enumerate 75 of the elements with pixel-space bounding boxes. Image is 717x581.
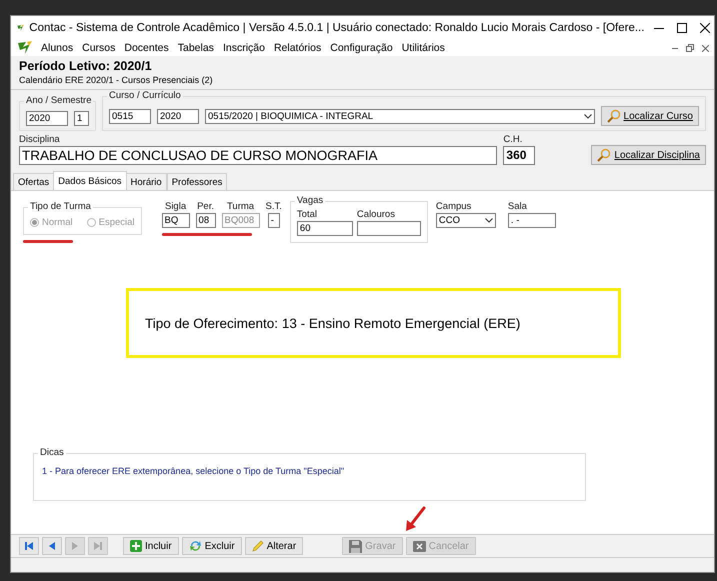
- skip-icon: [24, 541, 34, 551]
- field-label: Per.: [197, 201, 214, 212]
- tab[interactable]: Ofertas: [13, 173, 54, 190]
- semester-field[interactable]: 1: [74, 111, 89, 126]
- field-label: Disciplina: [19, 134, 61, 145]
- period-title: Período Letivo: 2020/1: [19, 59, 153, 73]
- year-field[interactable]: 2020: [26, 111, 68, 126]
- toolbar-button[interactable]: Excluir: [182, 537, 242, 555]
- menu-item[interactable]: Relatórios: [272, 42, 322, 54]
- underline-mark: [23, 240, 73, 243]
- tip-text: 1 - Para oferecer ERE extemporânea, selecione o Tipo de Turma "Especial": [42, 466, 346, 476]
- minimize-icon: [672, 47, 678, 49]
- skip-icon: [93, 541, 103, 551]
- menu-item[interactable]: Docentes: [123, 42, 170, 54]
- window-title: Contac - Sistema de Controle Acadêmico | Versão 4.5.0.1 | Usuário conectado: Ronaldo Lucio Morais Cardoso - [Ofere...: [29, 22, 644, 34]
- calendar-subtitle: Calendário ERE 2020/1 - Cursos Presenciais (2): [19, 75, 214, 85]
- cancel-icon: [412, 540, 426, 552]
- field-label: C.H.: [503, 134, 524, 145]
- freshmen-field[interactable]: [356, 221, 421, 236]
- restore-icon: [686, 44, 694, 52]
- hours-field[interactable]: 360: [503, 146, 536, 165]
- field-label: Calouros: [356, 209, 396, 220]
- plus-icon: [130, 540, 142, 552]
- pencil-icon: [252, 540, 264, 552]
- discipline-field[interactable]: TRABALHO DE CONCLUSAO DE CURSO MONOGRAFIA: [19, 146, 498, 165]
- campus-dropdown[interactable]: CCO: [436, 213, 496, 228]
- toolbar-button[interactable]: Alterar: [244, 537, 304, 555]
- recycle-icon: [188, 540, 202, 552]
- input-field[interactable]: BQ: [162, 213, 190, 228]
- tab[interactable]: Horário: [126, 173, 167, 190]
- menu-item[interactable]: Alunos: [40, 42, 74, 54]
- menu-item[interactable]: Tabelas: [176, 42, 215, 54]
- tab[interactable]: Professores: [166, 173, 228, 190]
- close-icon: [702, 44, 708, 52]
- tab[interactable]: Dados Básicos: [53, 171, 127, 190]
- total-field[interactable]: 60: [296, 221, 353, 236]
- toolbar-button[interactable]: Incluir: [123, 537, 179, 555]
- caret-icon: [484, 218, 493, 223]
- course-code-field[interactable]: 0515: [109, 108, 151, 124]
- caret-icon: [584, 114, 592, 118]
- offering-type-text: Tipo de Oferecimento: 13 - Ensino Remoto Emergencial (ERE): [145, 316, 520, 330]
- floppy-icon: [349, 540, 362, 552]
- triangle-icon: [70, 541, 80, 551]
- menu-item[interactable]: Cursos: [81, 42, 116, 54]
- field-label: Turma: [226, 201, 254, 212]
- curriculum-year-field[interactable]: 2020: [157, 108, 199, 124]
- input-field[interactable]: -: [268, 213, 280, 228]
- arrow-icon: [404, 506, 426, 532]
- group-label: Tipo de Turma: [28, 201, 93, 212]
- nav-button[interactable]: [42, 537, 62, 555]
- field-label: Sala: [508, 201, 528, 212]
- nav-button[interactable]: [19, 537, 39, 555]
- menu-item[interactable]: Utilitários: [400, 42, 446, 54]
- field-label: S.T.: [266, 201, 282, 212]
- find-course-button[interactable]: Localizar Curso: [600, 106, 699, 126]
- triangle-icon: [47, 541, 57, 551]
- field-label: Campus: [436, 201, 472, 212]
- curriculum-dropdown[interactable]: 0515/2020 | BIOQUIMICA - INTEGRAL: [205, 108, 595, 124]
- menu-item[interactable]: Inscrição: [222, 42, 266, 54]
- field-label: Total: [296, 209, 318, 220]
- room-field[interactable]: . -: [508, 213, 556, 228]
- close-icon: [700, 23, 710, 33]
- maximize-icon: [676, 23, 687, 33]
- group-label: Dicas: [38, 447, 66, 458]
- menu-item[interactable]: Configuração: [329, 42, 394, 54]
- restore-button[interactable]: [684, 42, 696, 54]
- menu-logo-icon: [17, 41, 33, 55]
- group-label: Curso / Currículo: [107, 90, 183, 101]
- field-label: Sigla: [164, 201, 186, 212]
- input-field[interactable]: 08: [196, 213, 216, 228]
- group-label: Ano / Semestre: [24, 95, 94, 106]
- search-icon: [597, 148, 612, 162]
- search-icon: [606, 109, 621, 123]
- find-discipline-button[interactable]: Localizar Disciplina: [591, 145, 706, 165]
- group-label: Vagas: [294, 195, 326, 206]
